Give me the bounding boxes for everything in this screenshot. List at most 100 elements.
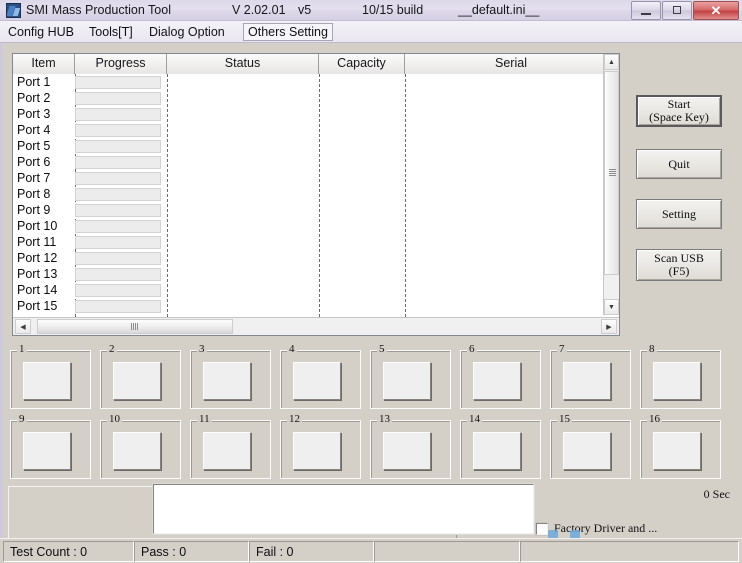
usb-slot-indicator	[473, 362, 521, 400]
setting-button[interactable]: Setting	[636, 199, 722, 229]
table-row[interactable]: Port 3	[13, 106, 619, 122]
horizontal-scroll-thumb[interactable]	[37, 319, 233, 334]
elapsed-time-label: 0 Sec	[703, 487, 730, 501]
port-list-view[interactable]: Item Progress Status Capacity Serial Por…	[12, 53, 620, 336]
usb-slot-indicator	[23, 362, 71, 400]
usb-slot-indicator	[113, 432, 161, 470]
scroll-right-icon[interactable]: ▶	[601, 319, 617, 334]
usb-slot-5[interactable]: 5	[370, 344, 451, 409]
window-build-date: 10/15 build	[362, 3, 424, 17]
menu-item-config-hub[interactable]: Config HUB	[4, 24, 78, 40]
table-row[interactable]: Port 6	[13, 154, 619, 170]
menu-item-dialog-option[interactable]: Dialog Option	[145, 24, 229, 40]
usb-slot-label: 1	[17, 343, 27, 355]
usb-slot-3[interactable]: 3	[190, 344, 271, 409]
port-name-cell: Port 15	[17, 299, 58, 313]
port-name-cell: Port 8	[17, 187, 51, 201]
start-button[interactable]: Start (Space Key)	[636, 95, 722, 127]
usb-slot-12[interactable]: 12	[280, 414, 361, 479]
column-header-capacity[interactable]: Capacity	[319, 54, 405, 74]
usb-slot-11[interactable]: 11	[190, 414, 271, 479]
column-header-progress[interactable]: Progress	[75, 54, 167, 74]
usb-slot-label: 13	[377, 413, 392, 425]
usb-slot-indicator	[383, 362, 431, 400]
usb-slot-indicator	[563, 432, 611, 470]
usb-slot-indicator	[653, 362, 701, 400]
maximize-button[interactable]	[662, 1, 692, 20]
port-name-cell: Port 12	[17, 251, 58, 265]
usb-slot-label: 8	[647, 343, 657, 355]
usb-slot-label: 12	[287, 413, 302, 425]
usb-slot-15[interactable]: 15	[550, 414, 631, 479]
minimize-button[interactable]	[631, 1, 661, 20]
usb-slot-1[interactable]: 1	[10, 344, 91, 409]
quit-button[interactable]: Quit	[636, 149, 722, 179]
usb-slot-indicator	[473, 432, 521, 470]
port-name-cell: Port 14	[17, 283, 58, 297]
port-name-cell: Port 3	[17, 107, 51, 121]
usb-slot-indicator	[203, 362, 251, 400]
scroll-up-icon[interactable]: ▲	[604, 54, 619, 70]
port-list-body: Port 1 Port 2 Port 3 Port 4 Port 5 Port 6 Port…	[13, 74, 619, 317]
scan-usb-button-sublabel: (F5)	[668, 264, 690, 278]
status-extra-2	[520, 541, 739, 562]
usb-slot-6[interactable]: 6	[460, 344, 541, 409]
usb-slot-4[interactable]: 4	[280, 344, 361, 409]
factory-driver-checkbox[interactable]	[535, 521, 549, 536]
menu-item-tools[interactable]: Tools[T]	[85, 24, 137, 40]
table-row[interactable]: Port 11	[13, 234, 619, 250]
usb-slot-indicator	[113, 362, 161, 400]
usb-slot-8[interactable]: 8	[640, 344, 721, 409]
table-row[interactable]: Port 2	[13, 90, 619, 106]
column-header-serial[interactable]: Serial	[405, 54, 617, 74]
window-revision: v5	[298, 3, 312, 17]
close-button[interactable]: ✕	[693, 1, 739, 20]
table-row[interactable]: Port 7	[13, 170, 619, 186]
table-row[interactable]: Port 12	[13, 250, 619, 266]
port-row-container: Port 1 Port 2 Port 3 Port 4 Port 5 Port 6 Port…	[13, 74, 619, 314]
app-icon	[6, 3, 21, 18]
column-header-status[interactable]: Status	[167, 54, 319, 74]
usb-slot-indicator	[23, 432, 71, 470]
usb-slot-16[interactable]: 16	[640, 414, 721, 479]
table-row[interactable]: Port 4	[13, 122, 619, 138]
usb-slot-indicator	[653, 432, 701, 470]
usb-slot-7[interactable]: 7	[550, 344, 631, 409]
table-row[interactable]: Port 5	[13, 138, 619, 154]
table-row[interactable]: Port 8	[13, 186, 619, 202]
table-row[interactable]: Port 1	[13, 74, 619, 90]
scan-usb-button[interactable]: Scan USB (F5)	[636, 249, 722, 281]
usb-slot-indicator	[563, 362, 611, 400]
menu-item-others-setting[interactable]: Others Setting	[243, 23, 333, 41]
factory-driver-checkbox-row[interactable]: Factory Driver and ...	[535, 521, 658, 536]
port-name-cell: Port 1	[17, 75, 51, 89]
table-row[interactable]: Port 14	[13, 282, 619, 298]
port-name-cell: Port 11	[17, 235, 57, 249]
port-name-cell: Port 10	[17, 219, 58, 233]
table-row[interactable]: Port 9	[13, 202, 619, 218]
usb-slot-13[interactable]: 13	[370, 414, 451, 479]
table-row[interactable]: Port 13	[13, 266, 619, 282]
status-extra-1	[374, 541, 520, 562]
vertical-scroll-thumb[interactable]	[604, 71, 619, 275]
usb-slot-2[interactable]: 2	[100, 344, 181, 409]
scroll-down-icon[interactable]: ▼	[604, 299, 619, 315]
factory-driver-label: Factory Driver and ...	[554, 521, 658, 535]
usb-slot-label: 6	[467, 343, 477, 355]
log-textbox[interactable]	[152, 483, 535, 535]
setting-button-label: Setting	[661, 206, 696, 221]
usb-slot-label: 4	[287, 343, 297, 355]
table-row[interactable]: Port 15	[13, 298, 619, 314]
vertical-scrollbar[interactable]: ▲ ▼	[603, 54, 619, 315]
usb-slot-10[interactable]: 10	[100, 414, 181, 479]
port-name-cell: Port 5	[17, 139, 51, 153]
progress-bar	[75, 75, 161, 89]
status-pass-count: Pass : 0	[134, 541, 249, 562]
port-name-cell: Port 13	[17, 267, 58, 281]
column-header-item[interactable]: Item	[13, 54, 75, 74]
scroll-left-icon[interactable]: ◀	[15, 319, 31, 334]
usb-slot-14[interactable]: 14	[460, 414, 541, 479]
usb-slot-9[interactable]: 9	[10, 414, 91, 479]
table-row[interactable]: Port 10	[13, 218, 619, 234]
horizontal-scrollbar[interactable]: ◀ ▶	[13, 317, 619, 335]
